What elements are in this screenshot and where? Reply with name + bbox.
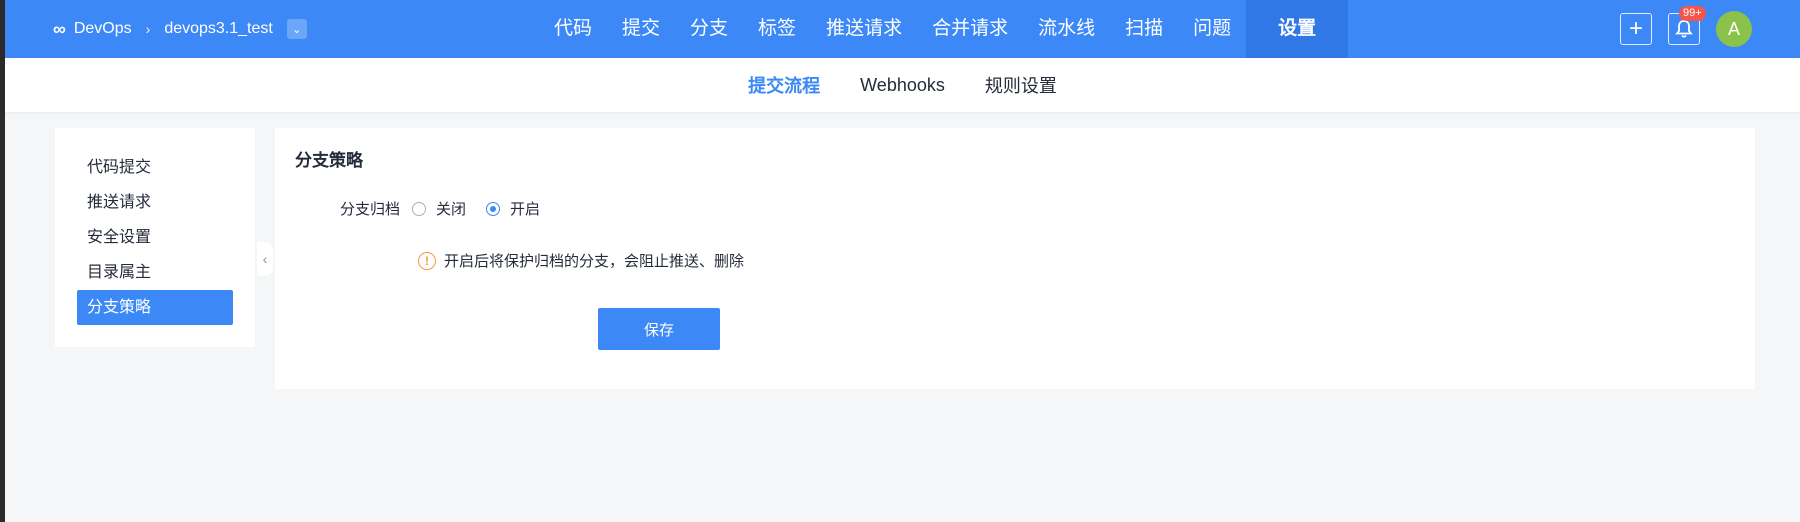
chevron-right-icon: › — [145, 21, 151, 37]
app-window: ∞ DevOps › devops3.1_test ⌄ 代码 提交 分支 标签 … — [5, 0, 1800, 522]
devops-logo-icon: ∞ — [53, 18, 66, 39]
warning-icon: ! — [418, 251, 436, 270]
project-name[interactable]: devops3.1_test — [164, 20, 273, 38]
nav-item-branches[interactable]: 分支 — [675, 0, 743, 58]
hint-text: 开启后将保护归档的分支，会阻止推送、删除 — [444, 253, 745, 270]
archive-hint: ! 开启后将保护归档的分支，会阻止推送、删除 — [418, 250, 744, 271]
page-title: 分支策略 — [295, 151, 363, 170]
radio-off-label: 关闭 — [436, 201, 467, 218]
radio-on-circle[interactable] — [486, 201, 501, 216]
sidebar-item-code-commit[interactable]: 代码提交 — [77, 150, 233, 185]
branch-policy-panel: 分支策略 分支归档 关闭 开启 ! 开启后将保护归档的分支，会阻止推送、删除 保… — [275, 128, 1755, 389]
top-actions: + 99+ A — [1620, 0, 1752, 58]
nav-item-push-requests[interactable]: 推送请求 — [811, 0, 917, 58]
nav-item-pipeline[interactable]: 流水线 — [1023, 0, 1110, 58]
nav-item-commits[interactable]: 提交 — [607, 0, 675, 58]
nav-item-tags[interactable]: 标签 — [743, 0, 811, 58]
radio-off-circle[interactable] — [412, 201, 427, 216]
branch-archive-label: 分支归档 — [340, 201, 401, 218]
brand-name[interactable]: DevOps — [74, 20, 132, 38]
settings-sidebar: 代码提交 推送请求 安全设置 目录属主 分支策略 — [55, 128, 255, 347]
nav-item-merge-requests[interactable]: 合并请求 — [917, 0, 1023, 58]
nav-item-scan[interactable]: 扫描 — [1110, 0, 1178, 58]
notification-badge: 99+ — [1679, 6, 1706, 21]
nav-item-settings[interactable]: 设置 — [1246, 0, 1349, 58]
main-nav: 代码 提交 分支 标签 推送请求 合并请求 流水线 扫描 问题 设置 — [539, 0, 1349, 58]
nav-item-code[interactable]: 代码 — [539, 0, 607, 58]
plus-icon: + — [1628, 15, 1643, 42]
radio-on-label: 开启 — [510, 201, 541, 218]
radio-on[interactable]: 开启 — [486, 198, 540, 219]
breadcrumb: ∞ DevOps › devops3.1_test ⌄ — [53, 0, 307, 58]
top-bar: ∞ DevOps › devops3.1_test ⌄ 代码 提交 分支 标签 … — [5, 0, 1800, 58]
sidebar-item-branch-policy[interactable]: 分支策略 — [77, 290, 233, 325]
add-button[interactable]: + — [1620, 13, 1652, 45]
branch-archive-row: 分支归档 关闭 开启 — [340, 198, 560, 219]
tab-rule-settings[interactable]: 规则设置 — [985, 72, 1057, 98]
collapse-sidebar-button[interactable]: ‹ — [257, 242, 273, 276]
chevron-left-icon: ‹ — [262, 251, 268, 267]
bell-icon — [1675, 19, 1693, 39]
avatar[interactable]: A — [1716, 11, 1752, 47]
sidebar-item-directory-owner[interactable]: 目录属主 — [77, 255, 233, 290]
notifications-button[interactable]: 99+ — [1668, 6, 1706, 45]
tab-webhooks[interactable]: Webhooks — [860, 75, 945, 96]
radio-off[interactable]: 关闭 — [412, 198, 466, 219]
sub-nav: 提交流程 Webhooks 规则设置 — [5, 58, 1800, 112]
save-button[interactable]: 保存 — [598, 308, 720, 350]
chevron-down-icon[interactable]: ⌄ — [286, 19, 307, 39]
nav-item-issues[interactable]: 问题 — [1178, 0, 1246, 58]
sidebar-item-security[interactable]: 安全设置 — [77, 220, 233, 255]
tab-commit-flow[interactable]: 提交流程 — [748, 72, 820, 98]
sidebar-item-push-request[interactable]: 推送请求 — [77, 185, 233, 220]
